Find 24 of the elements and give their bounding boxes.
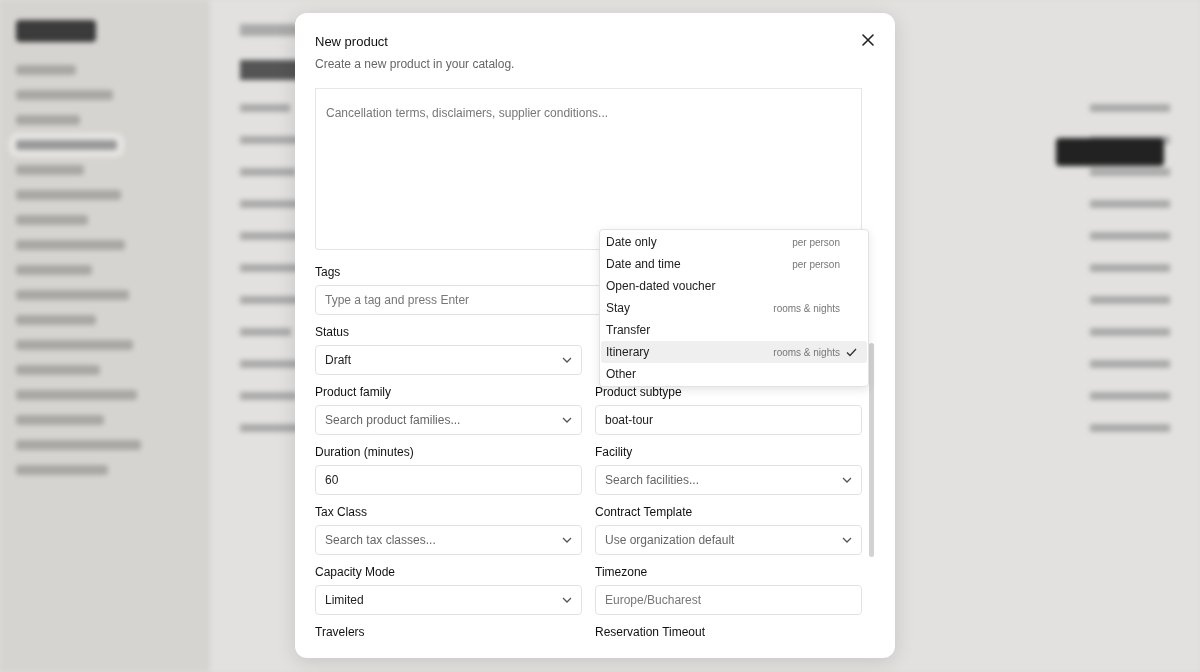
field-label: Travelers [315, 625, 365, 639]
option-label: Stay [606, 301, 631, 315]
option-label: Itinerary [606, 345, 651, 359]
field-label: Facility [595, 445, 633, 459]
option-note: rooms & nights [773, 346, 840, 358]
field-label: Duration (minutes) [315, 445, 414, 459]
option-label: Date and time [606, 257, 682, 271]
option-label: Transfer [606, 323, 652, 337]
option-label: Date only [606, 235, 658, 249]
field-label: Tax Class [315, 505, 367, 519]
option-note: per person [792, 236, 840, 248]
option-note: per person [792, 258, 840, 270]
field-label: Status [315, 325, 350, 339]
field-label: Capacity Mode [315, 565, 396, 579]
option-note: rooms & nights [773, 302, 840, 314]
field-label: Tags [315, 265, 341, 279]
field-label: Contract Template [595, 505, 693, 519]
dialog-title: New product [315, 34, 388, 49]
option-label: Other [606, 367, 637, 381]
field-label: Product subtype [595, 385, 682, 399]
field-label: Reservation Timeout [595, 625, 706, 639]
field-label: Product family [315, 385, 392, 399]
dialog-subtitle: Create a new product in your catalog. [315, 57, 516, 71]
field-label: Timezone [595, 565, 648, 579]
